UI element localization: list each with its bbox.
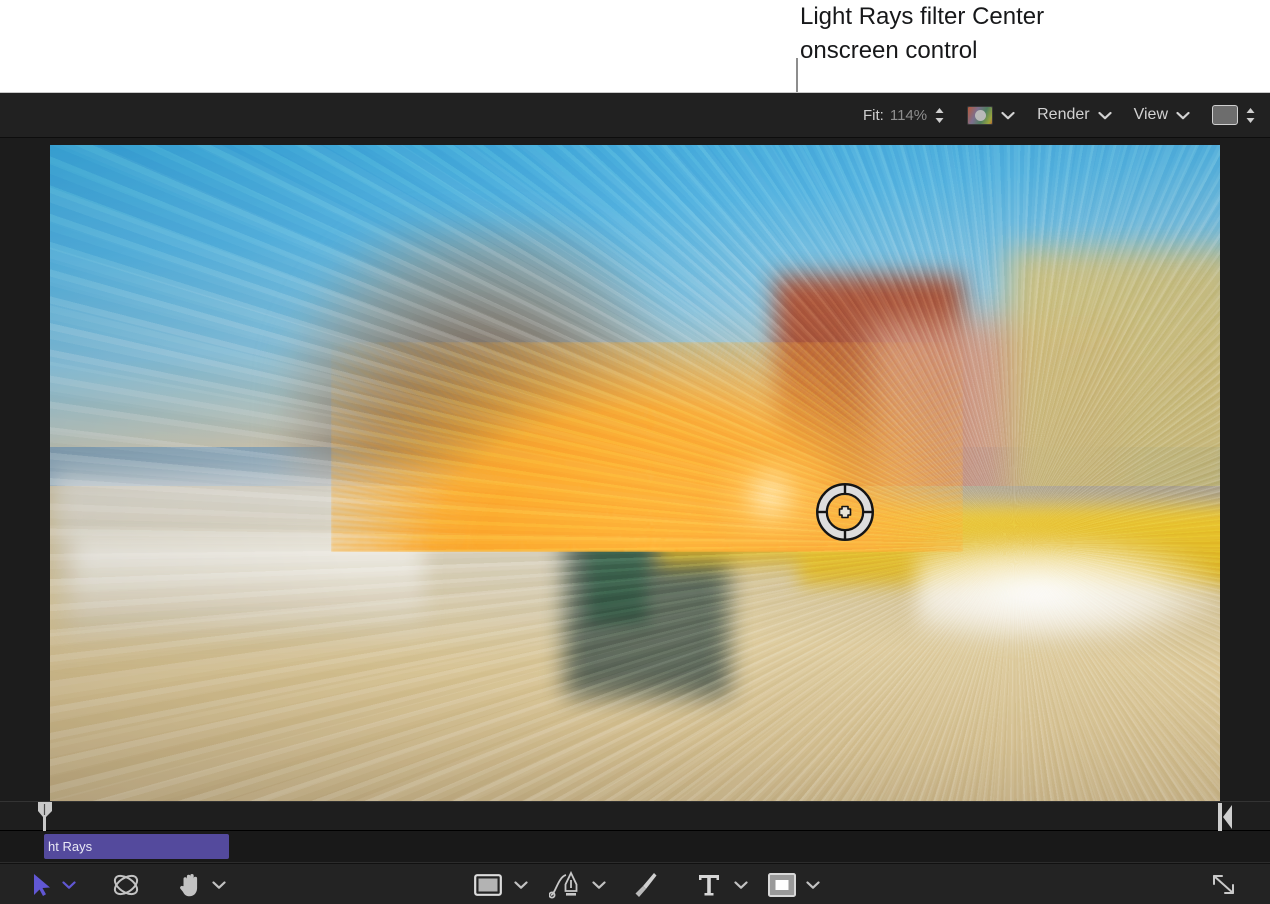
display-rectangle-icon[interactable] — [1212, 105, 1238, 125]
render-menu-label: Render — [1037, 106, 1089, 124]
project-canvas-image[interactable] — [50, 145, 1220, 801]
center-onscreen-control-icon[interactable] — [814, 481, 876, 543]
bezier-pen-tool-chevron[interactable] — [592, 880, 606, 889]
pen-nib-icon[interactable] — [549, 871, 581, 899]
display-layout-control[interactable] — [1212, 105, 1256, 125]
color-channels-swatch-icon[interactable] — [967, 106, 993, 125]
callout-label: Light Rays filter Center onscreen contro… — [800, 0, 1240, 68]
pan-tool[interactable] — [177, 871, 204, 898]
text-tool-chevron[interactable] — [734, 880, 748, 889]
screenshot-root: Light Rays filter Center onscreen contro… — [0, 0, 1270, 904]
select-tool[interactable] — [32, 873, 52, 897]
arrow-pointer-icon[interactable] — [32, 873, 52, 897]
bezier-pen-tool[interactable] — [549, 871, 581, 899]
chevron-down-icon[interactable] — [514, 880, 528, 889]
timeline-track[interactable]: ht Rays — [0, 831, 1270, 863]
chevron-down-icon[interactable] — [212, 880, 226, 889]
fit-label: Fit: — [863, 107, 884, 124]
chevron-down-icon[interactable] — [1001, 111, 1015, 120]
up-down-stepper-icon[interactable] — [934, 107, 945, 124]
canvas-toolbar: Fit: 114% — [0, 93, 1270, 138]
paintbrush-icon[interactable] — [630, 871, 658, 899]
diagonal-resize-arrow-icon[interactable] — [1210, 872, 1238, 898]
fit-zoom-control[interactable]: Fit: 114% — [863, 107, 945, 124]
shape-tool-chevron[interactable] — [514, 880, 528, 889]
timeline-ruler[interactable] — [0, 801, 1270, 831]
mask-tool-chevron[interactable] — [806, 880, 820, 889]
timeline-clip-light-rays[interactable]: ht Rays — [44, 834, 229, 859]
up-down-stepper-icon[interactable] — [1245, 107, 1256, 124]
select-tool-chevron[interactable] — [62, 880, 76, 889]
image-vignette — [50, 145, 1220, 801]
chevron-down-icon[interactable] — [1098, 111, 1112, 120]
rectangle-shape-icon[interactable] — [474, 874, 502, 896]
app-window: Fit: 114% — [0, 92, 1270, 904]
color-channels-control[interactable] — [967, 106, 1015, 125]
playhead-marker-icon[interactable] — [36, 802, 54, 832]
center-onscreen-control[interactable] — [814, 481, 876, 543]
image-layers — [50, 145, 1220, 801]
chevron-down-icon[interactable] — [62, 880, 76, 889]
view-menu-label: View — [1134, 106, 1168, 124]
bottom-tool-bar — [0, 863, 1270, 904]
fit-value: 114% — [890, 107, 927, 124]
canvas-area[interactable] — [0, 139, 1270, 801]
mask-tool[interactable] — [768, 873, 796, 897]
text-t-icon[interactable] — [697, 872, 721, 898]
chevron-down-icon[interactable] — [1176, 111, 1190, 120]
shape-tool[interactable] — [474, 874, 502, 896]
text-tool[interactable] — [697, 872, 721, 898]
orbit-3d-icon[interactable] — [111, 871, 141, 899]
chevron-down-icon[interactable] — [592, 880, 606, 889]
resize-handle[interactable] — [1210, 872, 1238, 898]
view-menu[interactable]: View — [1134, 106, 1190, 124]
hand-icon[interactable] — [177, 871, 204, 898]
chevron-down-icon[interactable] — [734, 880, 748, 889]
paint-stroke-tool[interactable] — [630, 871, 658, 899]
pan-tool-chevron[interactable] — [212, 880, 226, 889]
chevron-down-icon[interactable] — [806, 880, 820, 889]
mask-rectangle-icon[interactable] — [768, 873, 796, 897]
render-menu[interactable]: Render — [1037, 106, 1111, 124]
3d-transform-tool[interactable] — [111, 871, 141, 899]
out-point-marker-icon[interactable] — [1216, 802, 1234, 832]
